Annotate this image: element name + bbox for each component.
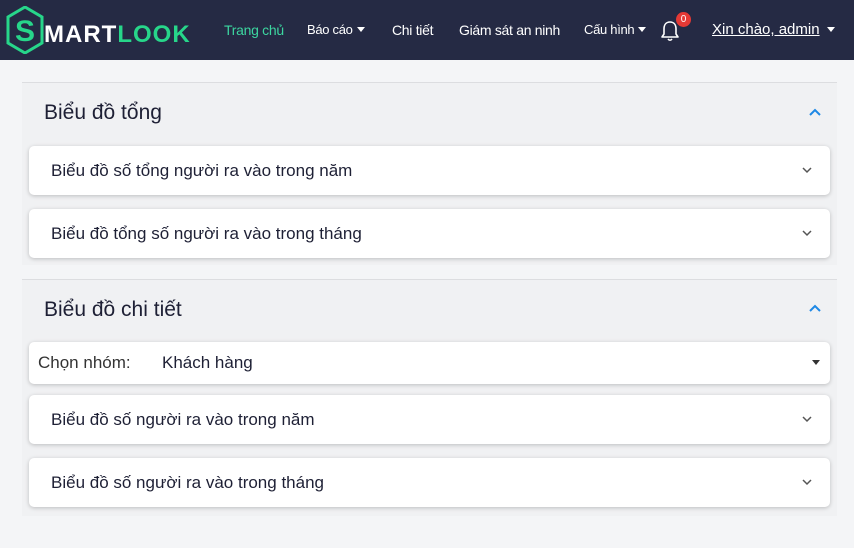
section-title: Biểu đồ chi tiết — [44, 298, 182, 321]
nav-config[interactable]: Cấu hình — [584, 0, 647, 60]
chart-card-yearly-total[interactable]: Biểu đồ số tổng người ra vào trong năm — [29, 146, 830, 195]
top-navbar: S MARTLOOK Trang chủ Báo cáo Chi tiết Gi… — [0, 0, 854, 60]
nav-home[interactable]: Trang chủ — [224, 0, 284, 60]
caret-down-icon — [638, 27, 647, 33]
logo-s-icon: S — [6, 6, 44, 54]
caret-down-icon — [826, 26, 835, 32]
card-label: Biểu đồ số người ra vào trong tháng — [51, 473, 324, 492]
nav-security[interactable]: Giám sát an ninh — [459, 0, 560, 60]
section-title: Biểu đồ tổng — [44, 101, 162, 124]
caret-down-icon — [356, 27, 365, 33]
caret-down-icon — [812, 360, 820, 365]
chart-card-yearly[interactable]: Biểu đồ số người ra vào trong năm — [29, 395, 830, 444]
group-select[interactable]: Chọn nhóm: Khách hàng — [29, 342, 830, 384]
group-select-value: Khách hàng — [162, 353, 253, 372]
smartlook-logo[interactable]: S MARTLOOK — [6, 6, 191, 54]
logo-text-look: LOOK — [117, 21, 191, 48]
logo-text: MARTLOOK — [44, 23, 191, 47]
user-greeting: Xin chào, admin — [712, 21, 820, 38]
nav-reports-label: Báo cáo — [307, 22, 353, 37]
chevron-down-icon — [802, 479, 812, 486]
overview-section: Biểu đồ tổng Biểu đồ số tổng người ra và… — [22, 82, 837, 265]
chevron-up-icon[interactable] — [809, 108, 821, 116]
chart-card-monthly[interactable]: Biểu đồ số người ra vào trong tháng — [29, 458, 830, 507]
svg-text:S: S — [15, 15, 35, 48]
detail-section: Biểu đồ chi tiết Chọn nhóm: Khách hàng B… — [22, 279, 837, 516]
card-label: Biểu đồ số người ra vào trong năm — [51, 410, 315, 429]
chevron-down-icon — [802, 230, 812, 237]
chevron-down-icon — [802, 416, 812, 423]
nav-detail[interactable]: Chi tiết — [392, 0, 433, 60]
nav-reports[interactable]: Báo cáo — [307, 0, 365, 60]
chevron-up-icon[interactable] — [809, 304, 821, 312]
nav-config-label: Cấu hình — [584, 22, 635, 37]
user-menu[interactable]: Xin chào, admin — [712, 0, 835, 60]
card-label: Biểu đồ tổng số người ra vào trong tháng — [51, 224, 362, 243]
notification-badge: 0 — [676, 12, 691, 27]
logo-text-mart: MART — [44, 21, 118, 48]
chevron-down-icon — [802, 167, 812, 174]
chart-card-monthly-total[interactable]: Biểu đồ tổng số người ra vào trong tháng — [29, 209, 830, 258]
card-label: Biểu đồ số tổng người ra vào trong năm — [51, 161, 353, 180]
group-select-label: Chọn nhóm: — [38, 353, 131, 372]
